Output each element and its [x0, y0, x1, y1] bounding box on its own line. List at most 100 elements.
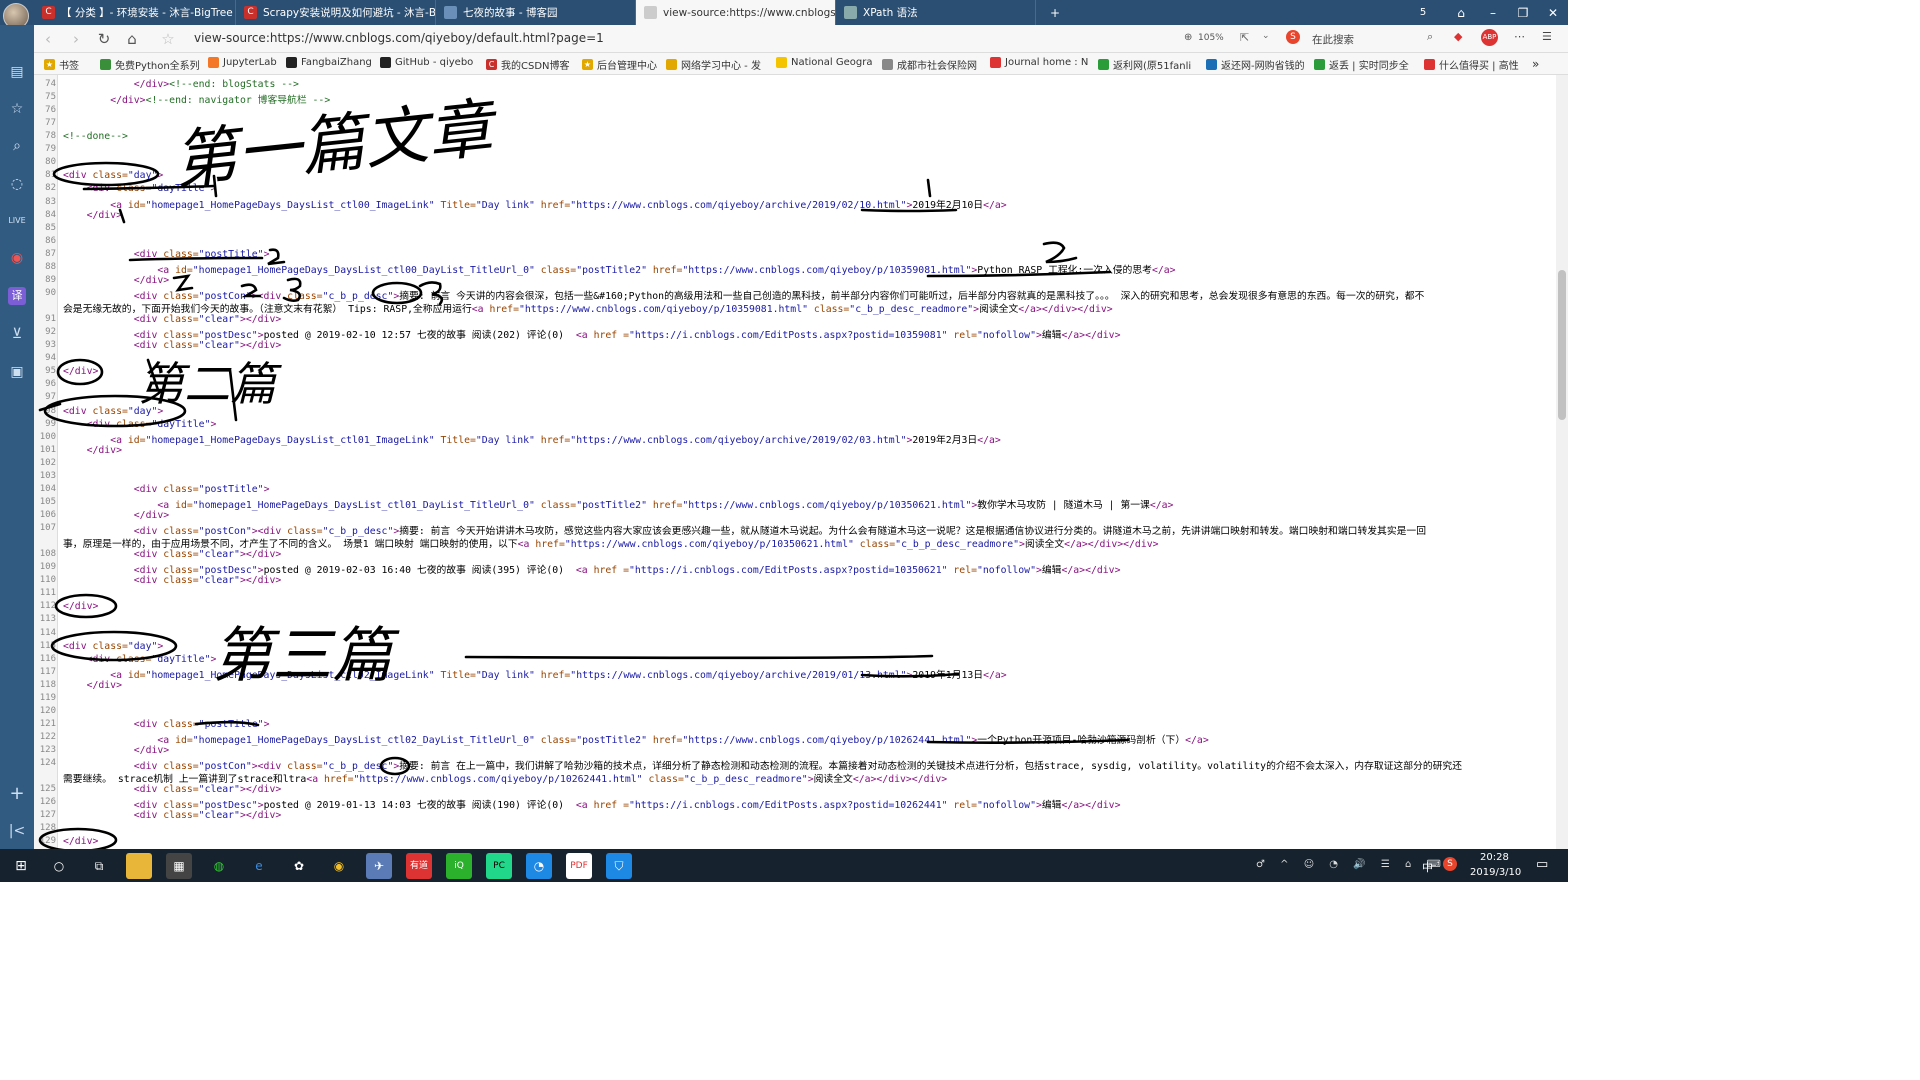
source-line: <div class="day">: [63, 640, 164, 652]
translate-icon[interactable]: 译: [8, 287, 26, 305]
restore-icon[interactable]: ❐: [1508, 0, 1538, 25]
game-icon[interactable]: ◆: [1454, 30, 1462, 43]
app-icon[interactable]: 有道: [406, 853, 432, 879]
browser-icon[interactable]: ◔: [526, 853, 552, 879]
minimize-icon[interactable]: –: [1478, 0, 1508, 25]
pin-icon[interactable]: ⌂: [1446, 0, 1476, 25]
app-icon[interactable]: ✈: [366, 853, 392, 879]
tab-1[interactable]: C 【 分类 】- 环境安装 - 沐言-BigTree: [34, 0, 236, 25]
line-number: 124: [39, 758, 56, 769]
source-line: <div class="postCon"><div class="c_b_p_d…: [133, 761, 1463, 773]
source-line: <div class="postTitle">: [133, 483, 270, 495]
bookmark-item[interactable]: JupyterLab: [208, 57, 277, 68]
sogou-icon[interactable]: S: [1443, 857, 1457, 871]
chrome-icon[interactable]: ◉: [326, 853, 352, 879]
clock-time[interactable]: 20:28: [1480, 852, 1509, 863]
line-number: 107: [39, 523, 56, 534]
source-viewer[interactable]: 74 75 76 77 78 79 80 81 82 83 84 85 86 87 88 89 90 91 92 93…: [34, 75, 1568, 849]
calculator-icon[interactable]: ▦: [166, 853, 192, 879]
pycharm-icon[interactable]: PC: [486, 853, 512, 879]
reload-icon[interactable]: ↻: [90, 30, 118, 48]
line-number: 95: [45, 366, 56, 377]
notification-icon[interactable]: ▭: [1536, 857, 1548, 872]
pdf-icon[interactable]: PDF: [566, 853, 592, 879]
360-icon[interactable]: ◍: [206, 853, 232, 879]
source-line: </div>: [86, 444, 122, 456]
add-icon[interactable]: +: [8, 785, 26, 803]
tray-icons[interactable]: ♂ ^ ☺ ◔ 🔊 ☰ ⌂ ⌨: [1256, 859, 1447, 870]
source-line: <!--done-->: [63, 131, 128, 143]
iqiyi-icon[interactable]: iQ: [446, 853, 472, 879]
bookmark-item[interactable]: 免费Python全系列: [100, 57, 200, 72]
cortana-icon[interactable]: ○: [46, 853, 72, 879]
line-number: 117: [39, 666, 56, 677]
bookmark-item[interactable]: FangbaiZhang: [286, 57, 372, 68]
bookmark-item[interactable]: 网络学习中心 - 发: [666, 57, 761, 72]
menu-icon[interactable]: ☰: [1542, 30, 1552, 43]
bookmark-item[interactable]: C 我的CSDN博客: [486, 57, 570, 72]
favorites-icon[interactable]: ☆: [8, 100, 26, 118]
line-number: 82: [45, 183, 56, 194]
bookmark-star[interactable]: ★ 书签: [44, 57, 79, 72]
bookmark-item[interactable]: Journal home : N: [990, 57, 1088, 68]
bookmark-item[interactable]: 返丢 | 实时同步全: [1314, 57, 1409, 72]
clock-date[interactable]: 2019/3/10: [1470, 867, 1521, 878]
collapse-icon[interactable]: |<: [8, 822, 26, 840]
reading-icon[interactable]: ▤: [8, 63, 26, 81]
share-icon[interactable]: ⇱: [1240, 31, 1249, 44]
file-explorer-icon[interactable]: [126, 853, 152, 879]
bookmark-item[interactable]: 返还网-网购省钱的: [1206, 57, 1305, 72]
ime-indicator[interactable]: 中: [1422, 859, 1433, 875]
search-icon[interactable]: ⌕: [8, 137, 26, 155]
bookmark-item[interactable]: GitHub - qiyebo: [380, 57, 473, 68]
game-icon[interactable]: ◉: [8, 249, 26, 267]
dropdown-icon[interactable]: ⌄: [1262, 31, 1270, 41]
scrollbar[interactable]: [1556, 75, 1568, 849]
task-view-icon[interactable]: ⧉: [86, 853, 112, 879]
chat-icon[interactable]: ◌: [8, 175, 26, 193]
forward-icon[interactable]: ›: [62, 30, 90, 48]
bookmark-item[interactable]: ★ 后台管理中心: [582, 57, 657, 72]
bookmark-item[interactable]: 成都市社会保险网: [882, 57, 977, 72]
edge-icon[interactable]: e: [246, 853, 272, 879]
bookmark-item[interactable]: 什么值得买 | 高性: [1424, 57, 1519, 72]
search-engine-icon[interactable]: S: [1286, 30, 1300, 44]
video-icon[interactable]: ▣: [8, 363, 26, 381]
shield-icon[interactable]: ⛉: [606, 853, 632, 879]
star-icon: ★: [44, 59, 55, 70]
tab-2[interactable]: C Scrapy安装说明及如何避坑 - 沐言-BigTree: [236, 0, 436, 25]
adblock-icon[interactable]: ABP: [1481, 29, 1498, 46]
windows-start-icon[interactable]: ⊞: [8, 853, 34, 879]
bookmark-item[interactable]: National Geogra: [776, 57, 872, 68]
zoom-icon[interactable]: ⊕: [1184, 32, 1192, 43]
tab-5[interactable]: XPath 语法: [836, 0, 1036, 25]
search-icon[interactable]: ⌕: [1427, 30, 1433, 44]
line-number: 78: [45, 131, 56, 142]
tab-4[interactable]: view-source:https://www.cnblogs.com×: [636, 0, 836, 25]
source-line: <div class="dayTitle">: [86, 183, 217, 195]
line-number: 116: [39, 653, 56, 664]
line-number: 121: [39, 718, 56, 729]
more-bookmarks-icon[interactable]: »: [1532, 57, 1539, 71]
line-number: 129: [39, 836, 56, 847]
live-icon[interactable]: LIVE: [8, 212, 26, 230]
home-icon[interactable]: ⌂: [118, 30, 146, 48]
url-field[interactable]: view-source:https://www.cnblogs.com/qiye…: [194, 31, 604, 45]
more-icon[interactable]: ⋯: [1514, 30, 1525, 43]
search-input[interactable]: 在此搜索: [1312, 32, 1354, 47]
bookmark-item[interactable]: 返利网(原51fanli: [1098, 57, 1191, 72]
tab-count-badge[interactable]: 5: [1408, 0, 1438, 25]
new-tab-button[interactable]: +: [1040, 0, 1070, 25]
scrollbar-thumb[interactable]: [1558, 270, 1566, 420]
app-icon[interactable]: ✿: [286, 853, 312, 879]
tab-3[interactable]: 七夜的故事 - 博客园: [436, 0, 636, 25]
cart-icon[interactable]: ⊻: [8, 325, 26, 343]
line-number: 85: [45, 222, 56, 233]
back-icon[interactable]: ‹: [34, 30, 62, 48]
source-line: 事，原理是一样的，由于应用场景不同，才产生了不同的含义。 场景1 端口映射 端口…: [63, 539, 1159, 551]
star-icon[interactable]: ☆: [154, 30, 182, 48]
close-window-icon[interactable]: ✕: [1538, 0, 1568, 25]
line-number: 126: [39, 797, 56, 808]
source-line: </div>: [133, 509, 170, 521]
source-line: </div><!--end: navigator 博客导航栏 -->: [110, 95, 331, 107]
